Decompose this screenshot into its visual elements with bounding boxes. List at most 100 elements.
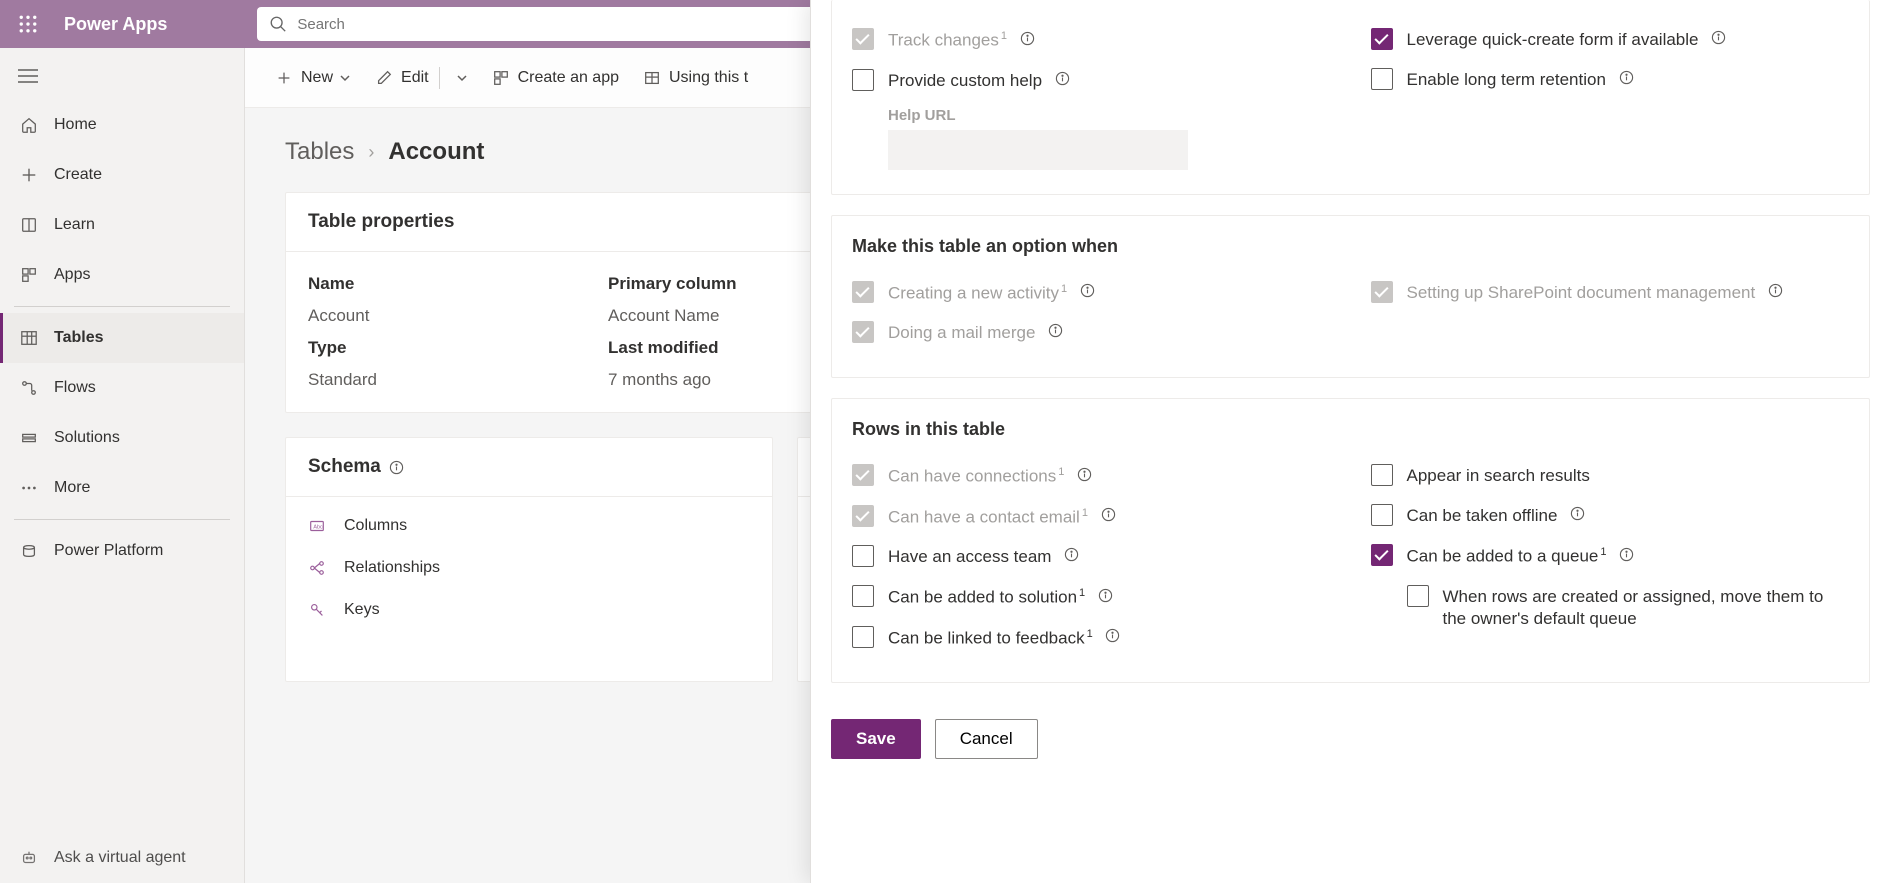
app-launcher-icon[interactable]	[12, 8, 44, 40]
prop-name-value: Account	[308, 302, 608, 330]
schema-card: Schema Abc Columns Relationships	[285, 437, 773, 682]
checkbox	[852, 28, 874, 50]
chevron-down-icon[interactable]	[456, 72, 468, 84]
nav-virtual-agent[interactable]: Ask a virtual agent	[0, 833, 244, 883]
bot-icon	[18, 849, 40, 867]
panel-section-option-when: Make this table an option when Creating …	[831, 215, 1870, 379]
schema-item-label: Relationships	[344, 559, 440, 577]
solution-icon	[18, 429, 40, 447]
opt-contact-email: Can have a contact email1	[852, 497, 1331, 538]
save-button[interactable]: Save	[831, 719, 921, 759]
cmd-label: New	[301, 69, 333, 87]
nav-solutions[interactable]: Solutions	[0, 413, 244, 463]
nav-label: Power Platform	[54, 542, 163, 560]
info-icon[interactable]	[1055, 71, 1070, 86]
opt-label-text: Appear in search results	[1407, 464, 1590, 488]
info-icon[interactable]	[1080, 283, 1095, 298]
apps-icon	[18, 266, 40, 284]
opt-track-changes: Track changes1	[852, 20, 1331, 61]
opt-label-text: Setting up SharePoint document managemen…	[1407, 283, 1756, 302]
info-icon[interactable]	[1098, 588, 1113, 603]
cmd-edit[interactable]: Edit	[375, 67, 468, 89]
separator	[439, 67, 440, 89]
nav-more[interactable]: More	[0, 463, 244, 513]
nav-flows[interactable]: Flows	[0, 363, 244, 413]
search-input[interactable]	[297, 16, 845, 33]
chevron-down-icon	[339, 72, 351, 84]
info-icon[interactable]	[1619, 70, 1634, 85]
opt-label-text: Can be taken offline	[1407, 506, 1558, 525]
search-icon	[269, 15, 287, 33]
edit-icon	[375, 69, 393, 87]
checkbox[interactable]	[852, 69, 874, 91]
relationships-icon	[308, 559, 332, 577]
checkbox[interactable]	[852, 585, 874, 607]
info-icon[interactable]	[1101, 507, 1116, 522]
info-icon[interactable]	[1768, 283, 1783, 298]
opt-long-term-retention[interactable]: Enable long term retention	[1371, 60, 1850, 100]
checkbox[interactable]	[1371, 68, 1393, 90]
properties-panel: Track changes1 Provide custom help Help …	[810, 0, 1890, 883]
schema-relationships[interactable]: Relationships	[286, 547, 772, 589]
checkbox[interactable]	[1371, 504, 1393, 526]
checkbox[interactable]	[1371, 544, 1393, 566]
opt-new-activity: Creating a new activity1	[852, 273, 1331, 314]
nav-power-platform[interactable]: Power Platform	[0, 526, 244, 576]
checkbox[interactable]	[852, 545, 874, 567]
schema-keys[interactable]: Keys	[286, 589, 772, 631]
info-icon[interactable]	[1711, 30, 1726, 45]
checkbox[interactable]	[1407, 585, 1429, 607]
info-icon[interactable]	[1077, 467, 1092, 482]
opt-added-to-queue[interactable]: Can be added to a queue1	[1371, 536, 1850, 577]
plus-icon	[18, 166, 40, 184]
breadcrumb-root[interactable]: Tables	[285, 138, 354, 166]
info-icon[interactable]	[1619, 547, 1634, 562]
svg-text:Abc: Abc	[313, 525, 323, 531]
info-icon[interactable]	[1048, 323, 1063, 338]
schema-columns[interactable]: Abc Columns	[286, 505, 772, 547]
opt-mail-merge: Doing a mail merge	[852, 313, 1331, 353]
nav-collapse-toggle[interactable]	[0, 52, 244, 100]
opt-queue-auto-move[interactable]: When rows are created or assigned, move …	[1407, 577, 1850, 640]
search-box[interactable]	[257, 7, 857, 41]
panel-footer: Save Cancel	[831, 703, 1870, 783]
opt-access-team[interactable]: Have an access team	[852, 537, 1331, 577]
nav-label: Solutions	[54, 429, 120, 447]
help-url-input[interactable]	[888, 130, 1188, 170]
opt-added-to-solution[interactable]: Can be added to solution1	[852, 577, 1331, 618]
nav-apps[interactable]: Apps	[0, 250, 244, 300]
checkbox	[852, 505, 874, 527]
nav-tables[interactable]: Tables	[0, 313, 244, 363]
cmd-using-table[interactable]: Using this t	[643, 69, 748, 87]
cmd-create-app[interactable]: Create an app	[492, 69, 619, 87]
opt-taken-offline[interactable]: Can be taken offline	[1371, 496, 1850, 536]
left-nav: Home Create Learn Apps Tables Flows Solu…	[0, 48, 245, 883]
nav-label: Apps	[54, 266, 90, 284]
app-title: Power Apps	[64, 14, 167, 35]
nav-home[interactable]: Home	[0, 100, 244, 150]
opt-label-text: Leverage quick-create form if available	[1407, 30, 1699, 49]
info-icon[interactable]	[389, 460, 404, 475]
info-icon[interactable]	[1020, 31, 1035, 46]
opt-linked-feedback[interactable]: Can be linked to feedback1	[852, 618, 1331, 659]
info-icon[interactable]	[1105, 628, 1120, 643]
checkbox[interactable]	[852, 626, 874, 648]
nav-label: More	[54, 479, 90, 497]
nav-create[interactable]: Create	[0, 150, 244, 200]
info-icon[interactable]	[1064, 547, 1079, 562]
opt-provide-help[interactable]: Provide custom help	[852, 61, 1331, 101]
checkbox[interactable]	[1371, 28, 1393, 50]
nav-divider	[14, 306, 230, 307]
checkbox[interactable]	[1371, 464, 1393, 486]
nav-learn[interactable]: Learn	[0, 200, 244, 250]
card-title: Schema	[286, 438, 772, 497]
opt-label-text: Can have connections	[888, 467, 1056, 486]
checkbox	[852, 321, 874, 343]
nav-label: Ask a virtual agent	[54, 849, 186, 867]
opt-leverage-quick-create[interactable]: Leverage quick-create form if available	[1371, 20, 1850, 60]
cancel-button[interactable]: Cancel	[935, 719, 1038, 759]
cmd-new[interactable]: New	[275, 69, 351, 87]
opt-search-results[interactable]: Appear in search results	[1371, 456, 1850, 496]
info-icon[interactable]	[1570, 506, 1585, 521]
nav-label: Create	[54, 166, 102, 184]
